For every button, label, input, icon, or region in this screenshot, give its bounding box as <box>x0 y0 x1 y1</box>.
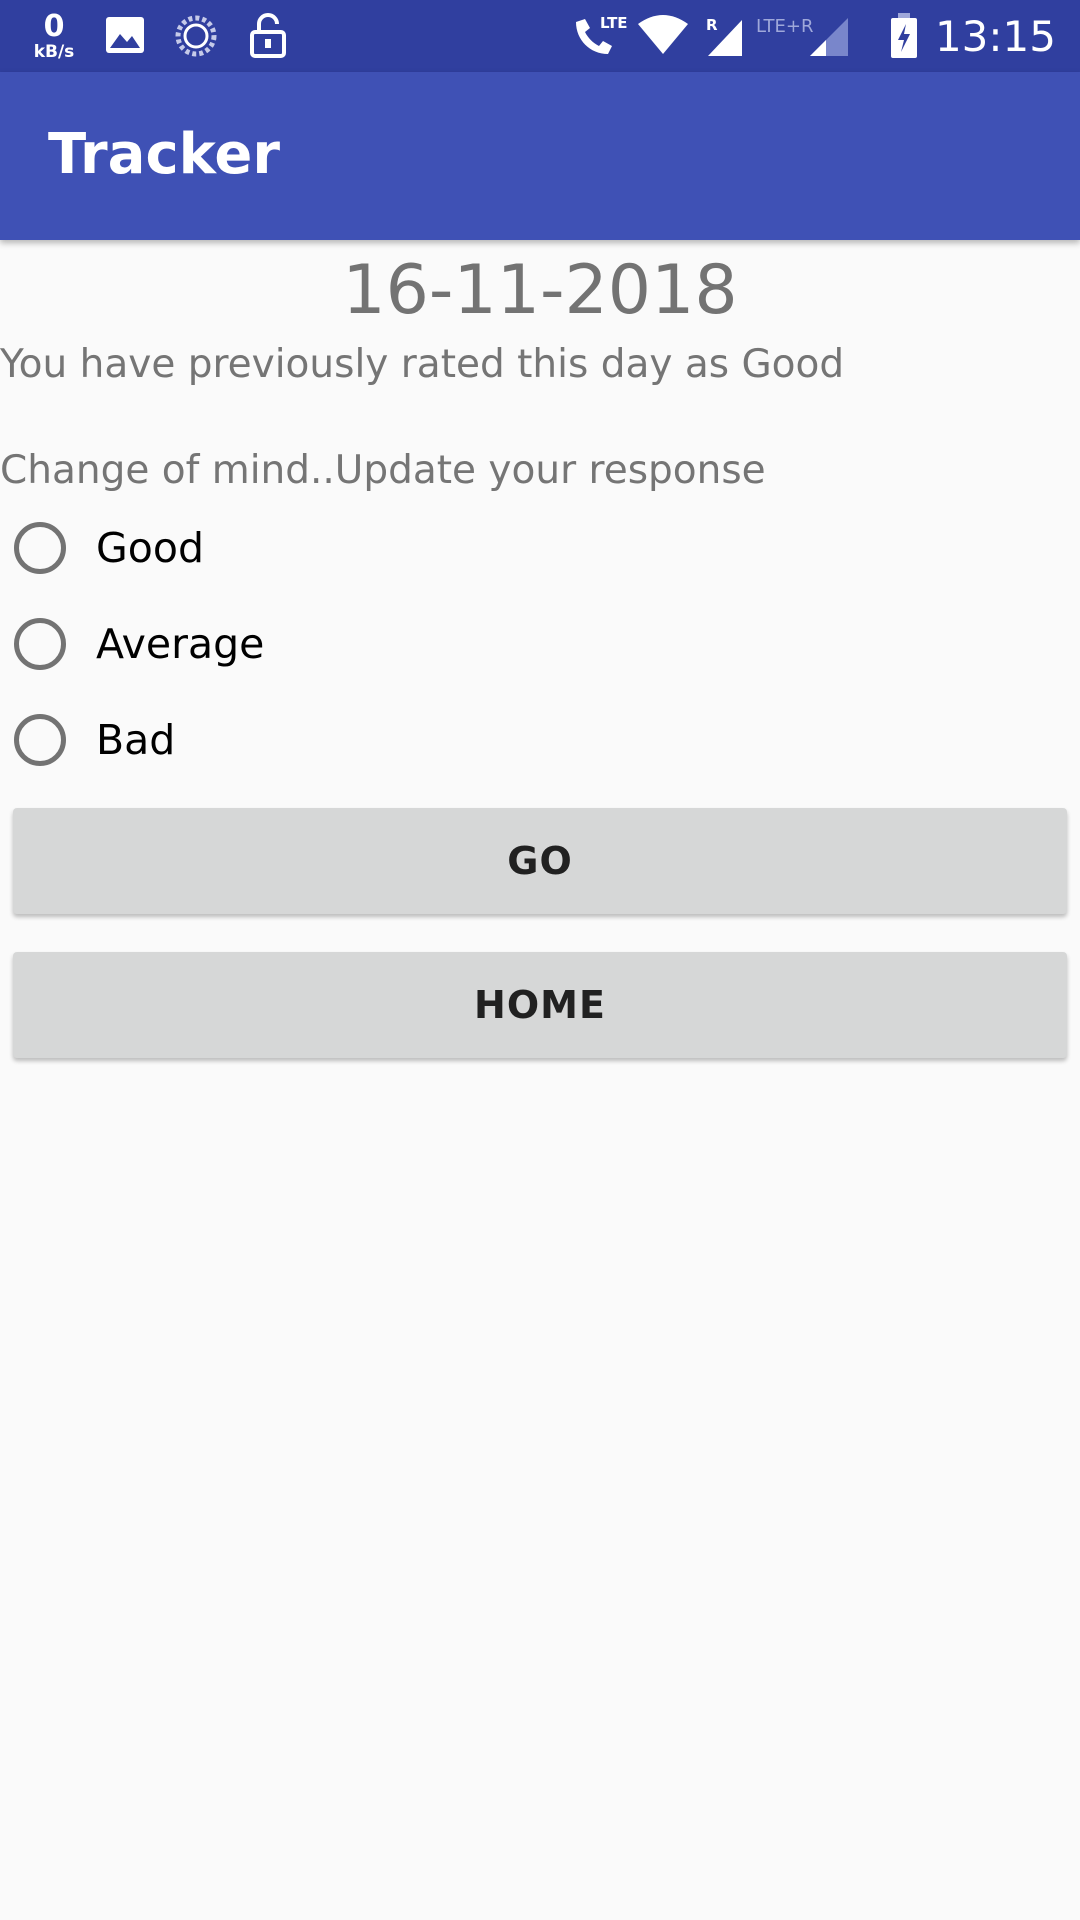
go-button[interactable]: GO <box>13 808 1067 914</box>
status-bar: 0 kB/s LTE R LTE+R 13:15 <box>0 0 1080 72</box>
radio-label-bad[interactable]: Bad <box>96 716 175 764</box>
lte-label: LTE <box>600 14 628 32</box>
date-display: 16-11-2018 <box>342 251 738 330</box>
home-button[interactable]: HOME <box>13 952 1067 1058</box>
radio-button-good[interactable] <box>14 522 66 574</box>
radio-button-bad[interactable] <box>14 714 66 766</box>
lte2-label: LTE+R <box>756 16 814 37</box>
app-title: Tracker <box>48 122 280 187</box>
unlock-icon <box>248 12 288 58</box>
sync-icon <box>174 14 218 58</box>
status-clock: 13:15 <box>934 11 1056 61</box>
radio-option-average[interactable]: Average <box>14 604 264 684</box>
battery-charging-icon <box>888 12 920 60</box>
signal-icon: R <box>704 12 744 58</box>
app-bar: Tracker <box>0 72 1080 240</box>
network-speed-unit: kB/s <box>33 41 75 62</box>
radio-option-bad[interactable]: Bad <box>14 700 175 780</box>
signal-icon-secondary: LTE+R <box>756 12 852 58</box>
wifi-icon <box>636 14 690 56</box>
radio-label-good[interactable]: Good <box>96 524 204 572</box>
image-icon <box>104 14 146 56</box>
volte-phone-icon: LTE <box>570 12 630 60</box>
radio-option-good[interactable]: Good <box>14 508 204 588</box>
network-speed-indicator: 0 kB/s <box>28 8 80 64</box>
update-prompt-text: Change of mind..Update your response <box>0 448 766 493</box>
roaming-label: R <box>706 16 718 34</box>
network-speed-value: 0 <box>43 8 65 44</box>
previous-rating-text: You have previously rated this day as Go… <box>0 342 845 387</box>
radio-label-average[interactable]: Average <box>96 620 264 668</box>
radio-button-average[interactable] <box>14 618 66 670</box>
